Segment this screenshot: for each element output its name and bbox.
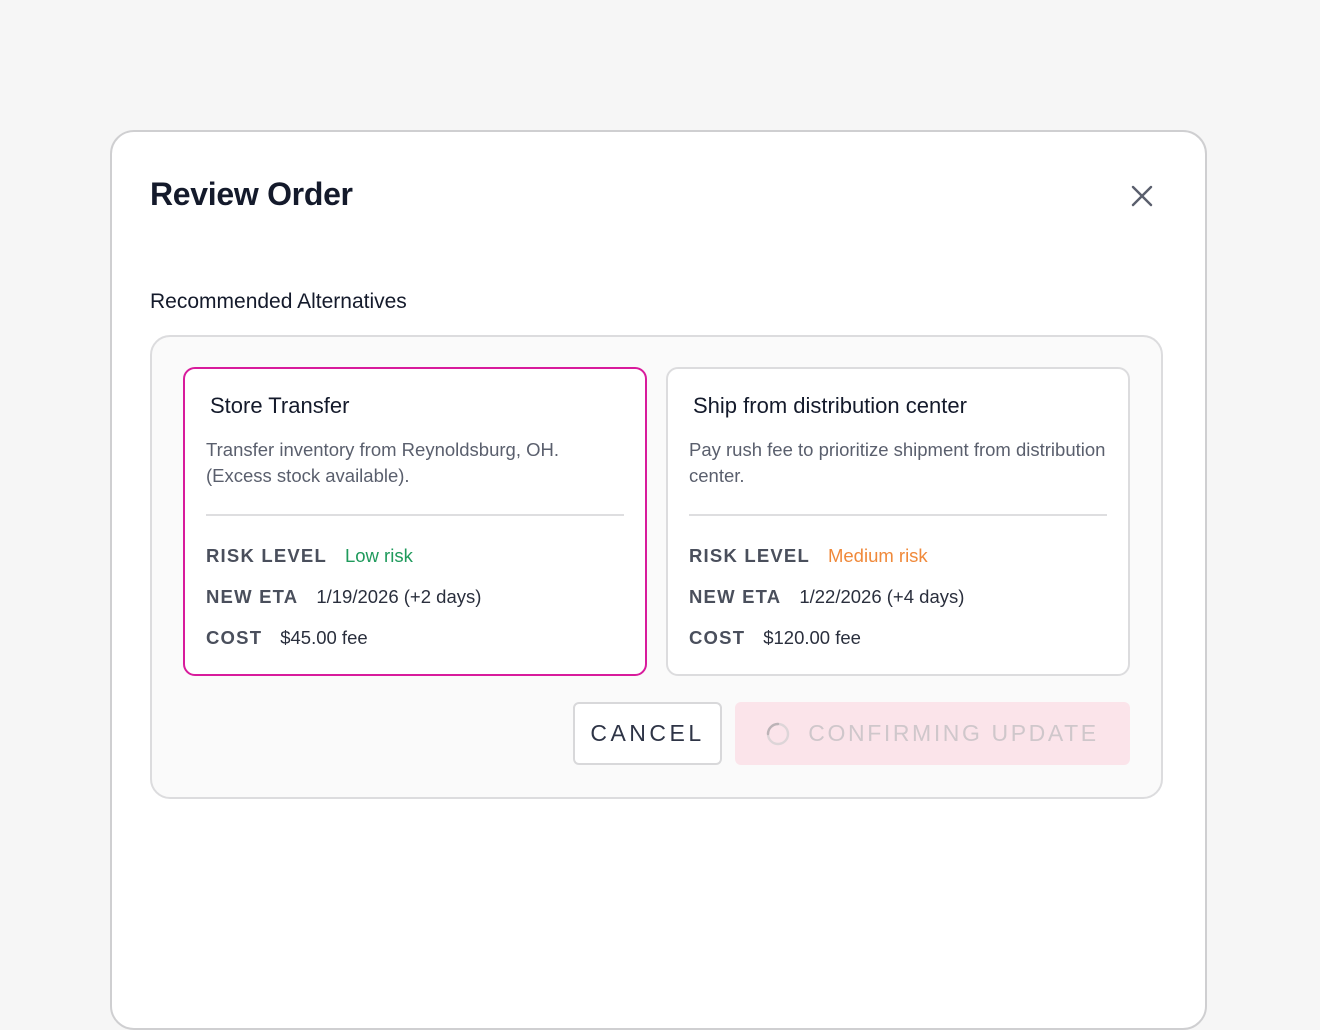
review-order-modal: Review Order Recommended Alternatives St… [110, 130, 1207, 1030]
new-eta-label: NEW ETA [689, 586, 782, 607]
option-title: Ship from distribution center [693, 393, 967, 418]
confirm-update-button[interactable]: CONFIRMING UPDATE [735, 702, 1130, 765]
divider [689, 514, 1107, 516]
risk-level-row: RISK LEVEL Medium risk [689, 545, 928, 567]
confirm-button-label: CONFIRMING UPDATE [808, 720, 1099, 746]
cost-row: COST $120.00 fee [689, 627, 861, 649]
option-title: Store Transfer [210, 393, 350, 418]
risk-level-row: RISK LEVEL Low risk [206, 545, 413, 567]
cost-value: $120.00 fee [763, 627, 861, 648]
new-eta-value: 1/22/2026 (+4 days) [799, 586, 965, 607]
option-card-store-transfer[interactable]: Store Transfer Transfer inventory from R… [183, 367, 647, 676]
cancel-button-label: CANCEL [590, 720, 705, 746]
risk-level-label: RISK LEVEL [206, 545, 327, 566]
new-eta-value: 1/19/2026 (+2 days) [316, 586, 482, 607]
close-button[interactable] [1124, 178, 1160, 214]
risk-level-value: Low risk [344, 545, 413, 566]
risk-level-label: RISK LEVEL [689, 545, 810, 566]
risk-level-value: Medium risk [827, 545, 928, 566]
close-icon [1131, 185, 1153, 207]
cost-label: COST [206, 627, 263, 648]
option-description: Pay rush fee to prioritize shipment from… [689, 439, 1106, 486]
section-title: Recommended Alternatives [150, 290, 407, 313]
new-eta-row: NEW ETA 1/19/2026 (+2 days) [206, 586, 481, 608]
alternatives-panel: Store Transfer Transfer inventory from R… [150, 335, 1163, 799]
option-card-distribution-center[interactable]: Ship from distribution center Pay rush f… [666, 367, 1130, 676]
new-eta-row: NEW ETA 1/22/2026 (+4 days) [689, 586, 964, 608]
option-description: Transfer inventory from Reynoldsburg, OH… [206, 439, 559, 486]
modal-title: Review Order [150, 176, 353, 212]
cost-row: COST $45.00 fee [206, 627, 368, 649]
new-eta-label: NEW ETA [206, 586, 299, 607]
cost-value: $45.00 fee [280, 627, 368, 648]
cancel-button[interactable]: CANCEL [573, 702, 722, 765]
spinner-icon [767, 722, 790, 745]
divider [206, 514, 624, 516]
cost-label: COST [689, 627, 746, 648]
